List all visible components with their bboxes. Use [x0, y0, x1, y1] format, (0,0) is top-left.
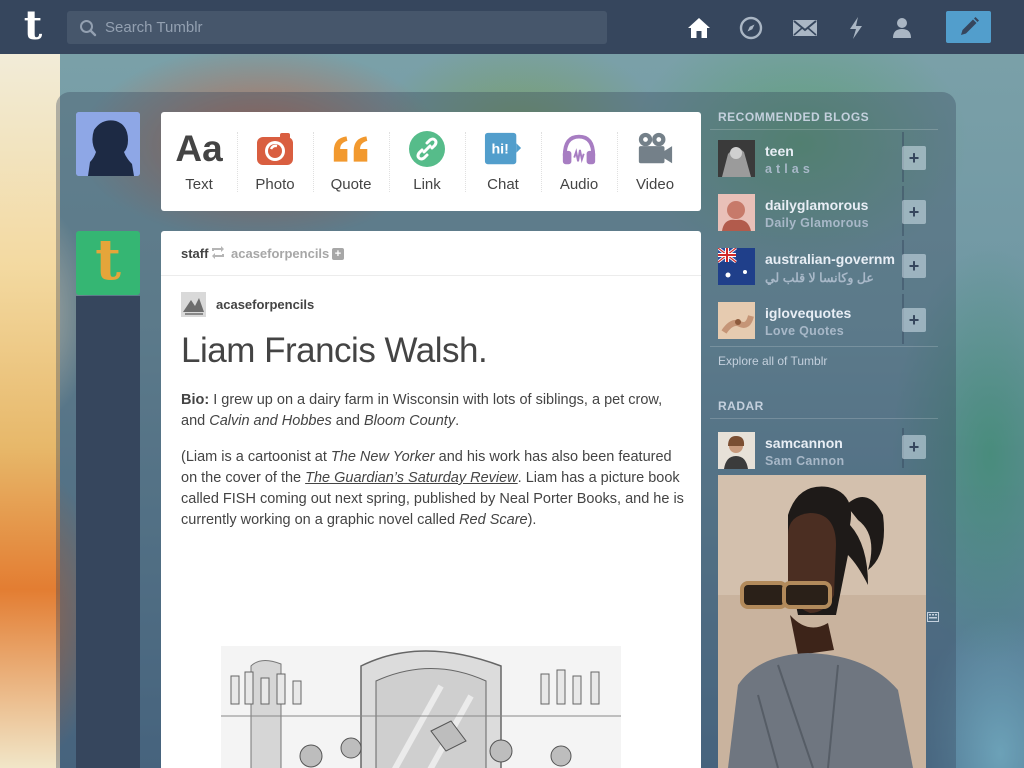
post-type-label: Audio: [559, 176, 599, 193]
quote-icon: [332, 130, 370, 168]
video-camera-icon: [636, 130, 674, 168]
account-person-icon[interactable]: [889, 15, 915, 41]
post-type-audio[interactable]: Audio: [541, 112, 617, 211]
divider: [710, 418, 938, 419]
bio-italic: Bloom County: [364, 413, 456, 429]
divider: [710, 129, 938, 130]
search-input[interactable]: [105, 11, 595, 44]
post-card: staff acaseforpencils + acaseforpencils …: [161, 231, 701, 768]
recommended-blogs-heading: RECOMMENDED BLOGS: [718, 110, 870, 124]
reblogger-name[interactable]: staff: [181, 246, 208, 261]
post-header: staff acaseforpencils +: [161, 231, 701, 276]
recommended-blog-item[interactable]: dailyglamorous Daily Glamorous: [712, 186, 904, 236]
blog-name: iglovequotes: [765, 305, 852, 321]
post-type-text[interactable]: Aa Text: [161, 112, 237, 211]
blog-avatar: [718, 248, 755, 285]
explore-compass-icon[interactable]: [738, 15, 764, 41]
blog-name: teen: [765, 143, 794, 159]
blog-avatar: [718, 432, 755, 469]
staff-avatar[interactable]: t: [76, 231, 140, 295]
tumblr-logo[interactable]: t: [18, 6, 48, 46]
bio-text: .: [455, 413, 460, 429]
blog-avatar[interactable]: [181, 292, 206, 317]
compose-button[interactable]: [946, 11, 991, 43]
avatar-rail: [76, 296, 140, 768]
link-icon: [408, 130, 446, 168]
post-type-link[interactable]: Link: [389, 112, 465, 211]
reblog-icon: [211, 246, 225, 262]
blog-name: australian-governm: [765, 251, 895, 267]
activity-lightning-icon[interactable]: [843, 15, 869, 41]
guardian-link[interactable]: The Guardian’s Saturday Review: [305, 470, 518, 486]
follow-button[interactable]: +: [902, 254, 926, 278]
recommended-blog-item[interactable]: iglovequotes Love Quotes: [712, 294, 904, 344]
radar-heading: RADAR: [718, 399, 764, 413]
blog-subtitle: a t l a s: [765, 162, 811, 176]
text-aa-icon: Aa: [175, 128, 223, 169]
headphones-icon: [560, 130, 598, 168]
follow-source-button[interactable]: +: [332, 248, 344, 260]
blog-avatar: [718, 302, 755, 339]
svg-text:hi!: hi!: [491, 142, 508, 158]
follow-button[interactable]: +: [902, 435, 926, 459]
blog-subtitle: Love Quotes: [765, 324, 845, 338]
cartoon-illustration: [221, 646, 621, 768]
top-navigation-bar: t: [0, 0, 1024, 54]
recommended-blog-item[interactable]: australian-governm عل وكانسا لا قلب لي: [712, 240, 904, 290]
divider: [710, 346, 938, 347]
home-icon[interactable]: [686, 15, 712, 41]
bio-label: Bio:: [181, 392, 210, 408]
blog-subtitle: Sam Cannon: [765, 454, 845, 468]
search-box[interactable]: [67, 11, 607, 44]
description-text: ).: [527, 512, 537, 528]
post-type-label: Text: [185, 176, 213, 193]
bio-paragraph: Bio: I grew up on a dairy farm in Wiscon…: [181, 390, 686, 432]
post-type-chat[interactable]: hi! Chat: [465, 112, 541, 211]
post-type-label: Chat: [487, 176, 519, 193]
camera-icon: [256, 130, 294, 168]
bio-text: and: [331, 413, 365, 429]
post-type-label: Quote: [330, 176, 372, 193]
chat-bubble-icon: hi!: [484, 130, 522, 168]
description-italic: The New Yorker: [330, 449, 435, 465]
post-type-label: Photo: [255, 176, 295, 193]
post-body: Bio: I grew up on a dairy farm in Wiscon…: [181, 390, 686, 546]
blog-name: samcannon: [765, 435, 843, 451]
inbox-mail-icon[interactable]: [792, 15, 818, 41]
post-type-label: Video: [635, 176, 675, 193]
post-title: Liam Francis Walsh.: [181, 331, 488, 370]
keyboard-shortcuts-icon[interactable]: [927, 611, 939, 623]
post-type-bar: Aa Text Photo Quote Link hi! Chat Audio: [161, 112, 701, 211]
radar-post-photo[interactable]: [718, 475, 926, 768]
blog-name: dailyglamorous: [765, 197, 869, 213]
description-paragraph: (Liam is a cartoonist at The New Yorker …: [181, 447, 686, 531]
background-left-edge: [0, 54, 60, 768]
follow-button[interactable]: +: [902, 308, 926, 332]
bio-italic: Calvin and Hobbes: [209, 413, 332, 429]
blog-avatar: [718, 140, 755, 177]
silhouette-icon: [76, 112, 140, 176]
blog-subtitle: Daily Glamorous: [765, 216, 869, 230]
explore-link[interactable]: Explore all of Tumblr: [718, 354, 827, 368]
follow-button[interactable]: +: [902, 146, 926, 170]
post-type-label: Link: [413, 176, 441, 193]
follow-button[interactable]: +: [902, 200, 926, 224]
post-type-quote[interactable]: Quote: [313, 112, 389, 211]
blog-subtitle: عل وكانسا لا قلب لي: [765, 271, 874, 285]
post-type-photo[interactable]: Photo: [237, 112, 313, 211]
post-type-video[interactable]: Video: [617, 112, 693, 211]
pencil-icon: [960, 17, 979, 35]
description-italic: Red Scare: [459, 512, 528, 528]
radar-blog-item[interactable]: samcannon Sam Cannon: [712, 424, 904, 474]
reblog-source-name[interactable]: acaseforpencils: [231, 246, 329, 261]
my-avatar[interactable]: [76, 112, 140, 176]
search-icon: [80, 20, 97, 37]
blog-name[interactable]: acaseforpencils: [216, 297, 314, 312]
blog-avatar: [718, 194, 755, 231]
description-text: (Liam is a cartoonist at: [181, 449, 331, 465]
recommended-blog-item[interactable]: teen a t l a s: [712, 132, 904, 182]
